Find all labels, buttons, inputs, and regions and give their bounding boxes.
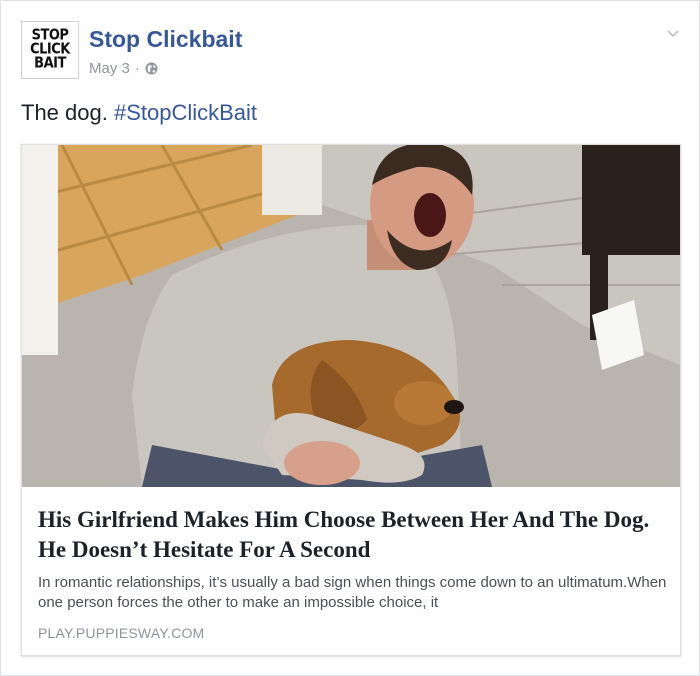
meta-separator: · — [134, 60, 140, 77]
status-text: The dog. — [21, 100, 108, 125]
link-description: In romantic relationships, it’s usually … — [38, 574, 667, 611]
link-domain: PLAY.PUPPIESWAY.COM — [38, 625, 205, 641]
post-meta: May 3 · — [89, 60, 158, 77]
chevron-down-icon[interactable] — [665, 25, 681, 41]
link-title[interactable]: His Girlfriend Makes Him Choose Between … — [38, 505, 668, 565]
post-date[interactable]: May 3 — [89, 60, 130, 77]
page-avatar[interactable]: STOP CLICK BAIT — [21, 21, 79, 79]
post-status: The dog. #StopClickBait — [21, 100, 257, 126]
link-preview-card[interactable]: His Girlfriend Makes Him Choose Between … — [21, 144, 681, 656]
globe-icon[interactable] — [145, 62, 158, 75]
page-name-link[interactable]: Stop Clickbait — [89, 26, 242, 53]
link-preview-body: His Girlfriend Makes Him Choose Between … — [38, 505, 668, 613]
avatar-line-3: BAIT — [34, 54, 66, 73]
hashtag-link[interactable]: #StopClickBait — [114, 100, 257, 125]
link-preview-image[interactable] — [22, 145, 680, 487]
post-card: STOP CLICK BAIT Stop Clickbait May 3 · T… — [0, 0, 700, 676]
